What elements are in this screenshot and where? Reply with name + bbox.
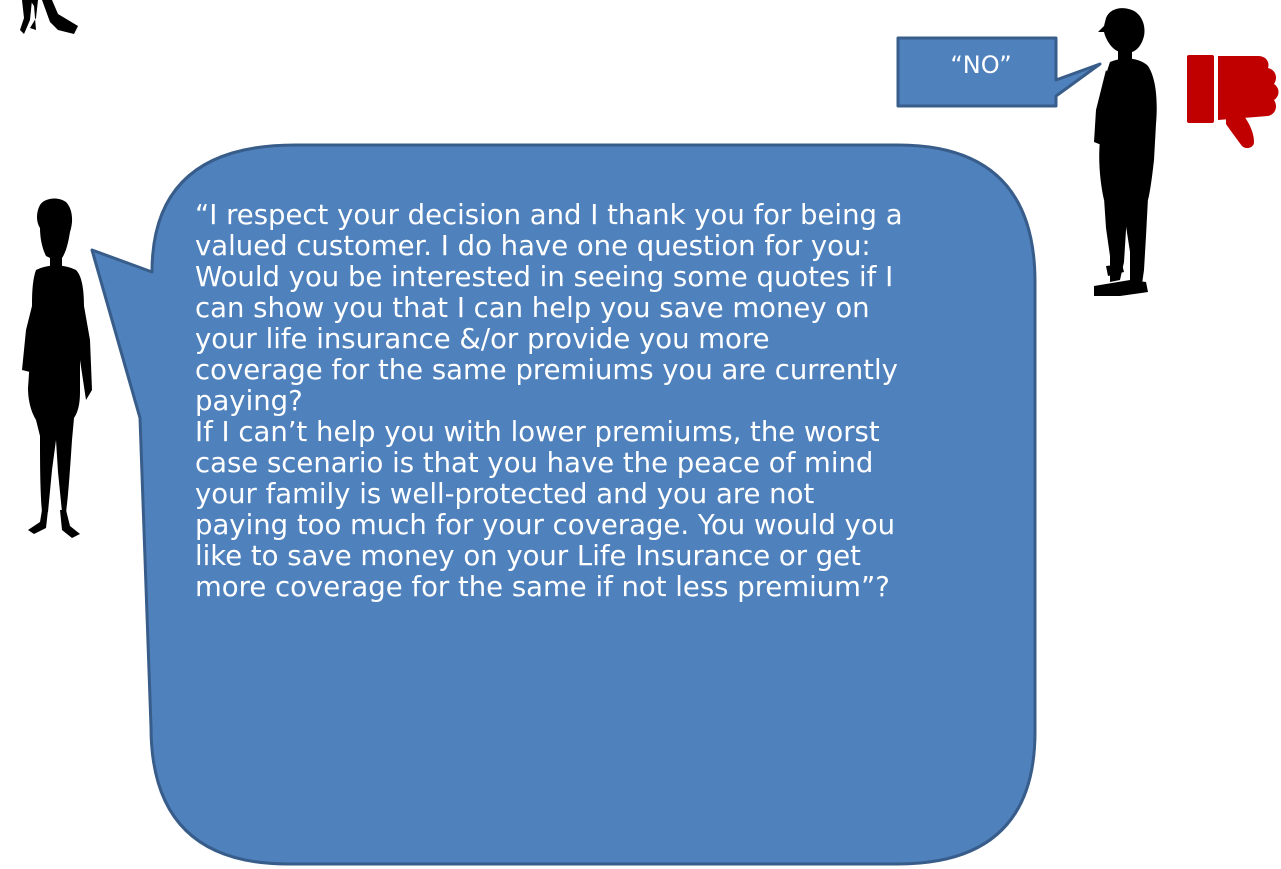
agent-speech-text: “I respect your decision and I thank you… bbox=[195, 199, 903, 603]
thumbs-down-icon bbox=[1187, 55, 1279, 149]
partial-silhouette-icon bbox=[20, 0, 78, 34]
man-silhouette-icon bbox=[1094, 8, 1157, 296]
customer-reply-text: “NO” bbox=[950, 51, 1012, 79]
woman-silhouette-icon bbox=[22, 198, 92, 538]
